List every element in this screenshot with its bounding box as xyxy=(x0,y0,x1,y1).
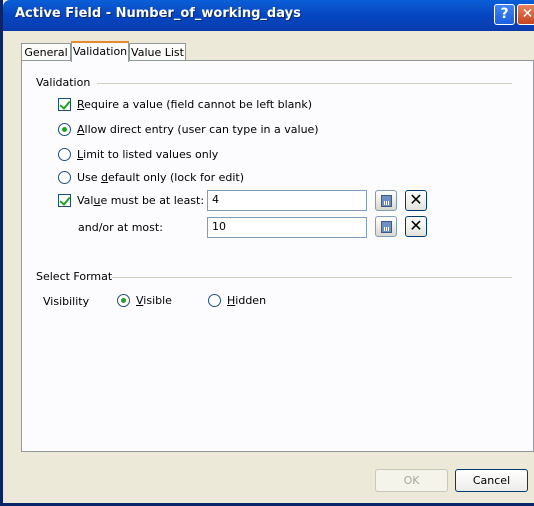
visibility-label: Visibility xyxy=(43,295,90,308)
allow-direct-label: Allow direct entry (user can type in a v… xyxy=(77,123,319,136)
min-value-label: Value must be at least: xyxy=(77,194,205,207)
validation-panel: Validation Require a value (field cannot… xyxy=(21,60,534,452)
min-calculator-button[interactable] xyxy=(375,190,397,211)
limit-listed-label: Limit to listed values only xyxy=(77,148,219,161)
require-value-row[interactable]: Require a value (field cannot be left bl… xyxy=(58,98,312,111)
format-divider xyxy=(112,277,512,278)
hidden-row[interactable]: Hidden xyxy=(208,294,266,307)
visible-label: Visible xyxy=(136,294,172,307)
max-value-input[interactable]: 10 xyxy=(207,217,367,238)
hidden-label: Hidden xyxy=(227,294,267,307)
tab-general[interactable]: General xyxy=(21,43,71,61)
ok-button[interactable]: OK xyxy=(375,469,448,492)
require-value-checkbox[interactable] xyxy=(58,98,71,111)
calculator-icon xyxy=(381,195,392,207)
min-value-input[interactable]: 4 xyxy=(207,190,367,211)
visible-row[interactable]: Visible xyxy=(117,294,172,307)
max-calculator-button[interactable] xyxy=(375,216,397,237)
help-button[interactable]: ? xyxy=(494,4,515,25)
close-button[interactable]: ✕ xyxy=(517,4,534,25)
dialog-window: Active Field - Number_of_working_days ? … xyxy=(0,0,534,506)
validation-divider xyxy=(97,83,512,84)
use-default-radio[interactable] xyxy=(58,171,71,184)
tab-validation[interactable]: Validation xyxy=(71,41,129,62)
allow-direct-radio[interactable] xyxy=(58,123,71,136)
min-value-checkbox[interactable] xyxy=(58,194,71,207)
validation-group-label: Validation xyxy=(36,76,91,89)
allow-direct-row[interactable]: Allow direct entry (user can type in a v… xyxy=(58,123,319,136)
hidden-radio[interactable] xyxy=(208,294,221,307)
require-value-label: Require a value (field cannot be left bl… xyxy=(77,98,313,111)
limit-listed-row[interactable]: Limit to listed values only xyxy=(58,148,218,161)
cancel-button[interactable]: Cancel xyxy=(455,469,528,492)
min-value-row[interactable]: Value must be at least: xyxy=(58,194,204,207)
tab-value-list[interactable]: Value List xyxy=(129,43,186,61)
format-group-label: Select Format xyxy=(36,270,113,283)
calculator-icon xyxy=(381,221,392,233)
visible-radio[interactable] xyxy=(117,294,130,307)
max-value-label: and/or at most: xyxy=(78,221,163,234)
use-default-label: Use default only (lock for edit) xyxy=(77,171,245,184)
max-clear-button[interactable]: ✕ xyxy=(405,216,427,237)
limit-listed-radio[interactable] xyxy=(58,148,71,161)
title-bar[interactable]: Active Field - Number_of_working_days ? … xyxy=(3,0,534,31)
min-clear-button[interactable]: ✕ xyxy=(405,190,427,211)
window-title: Active Field - Number_of_working_days xyxy=(15,6,301,21)
use-default-row[interactable]: Use default only (lock for edit) xyxy=(58,171,244,184)
